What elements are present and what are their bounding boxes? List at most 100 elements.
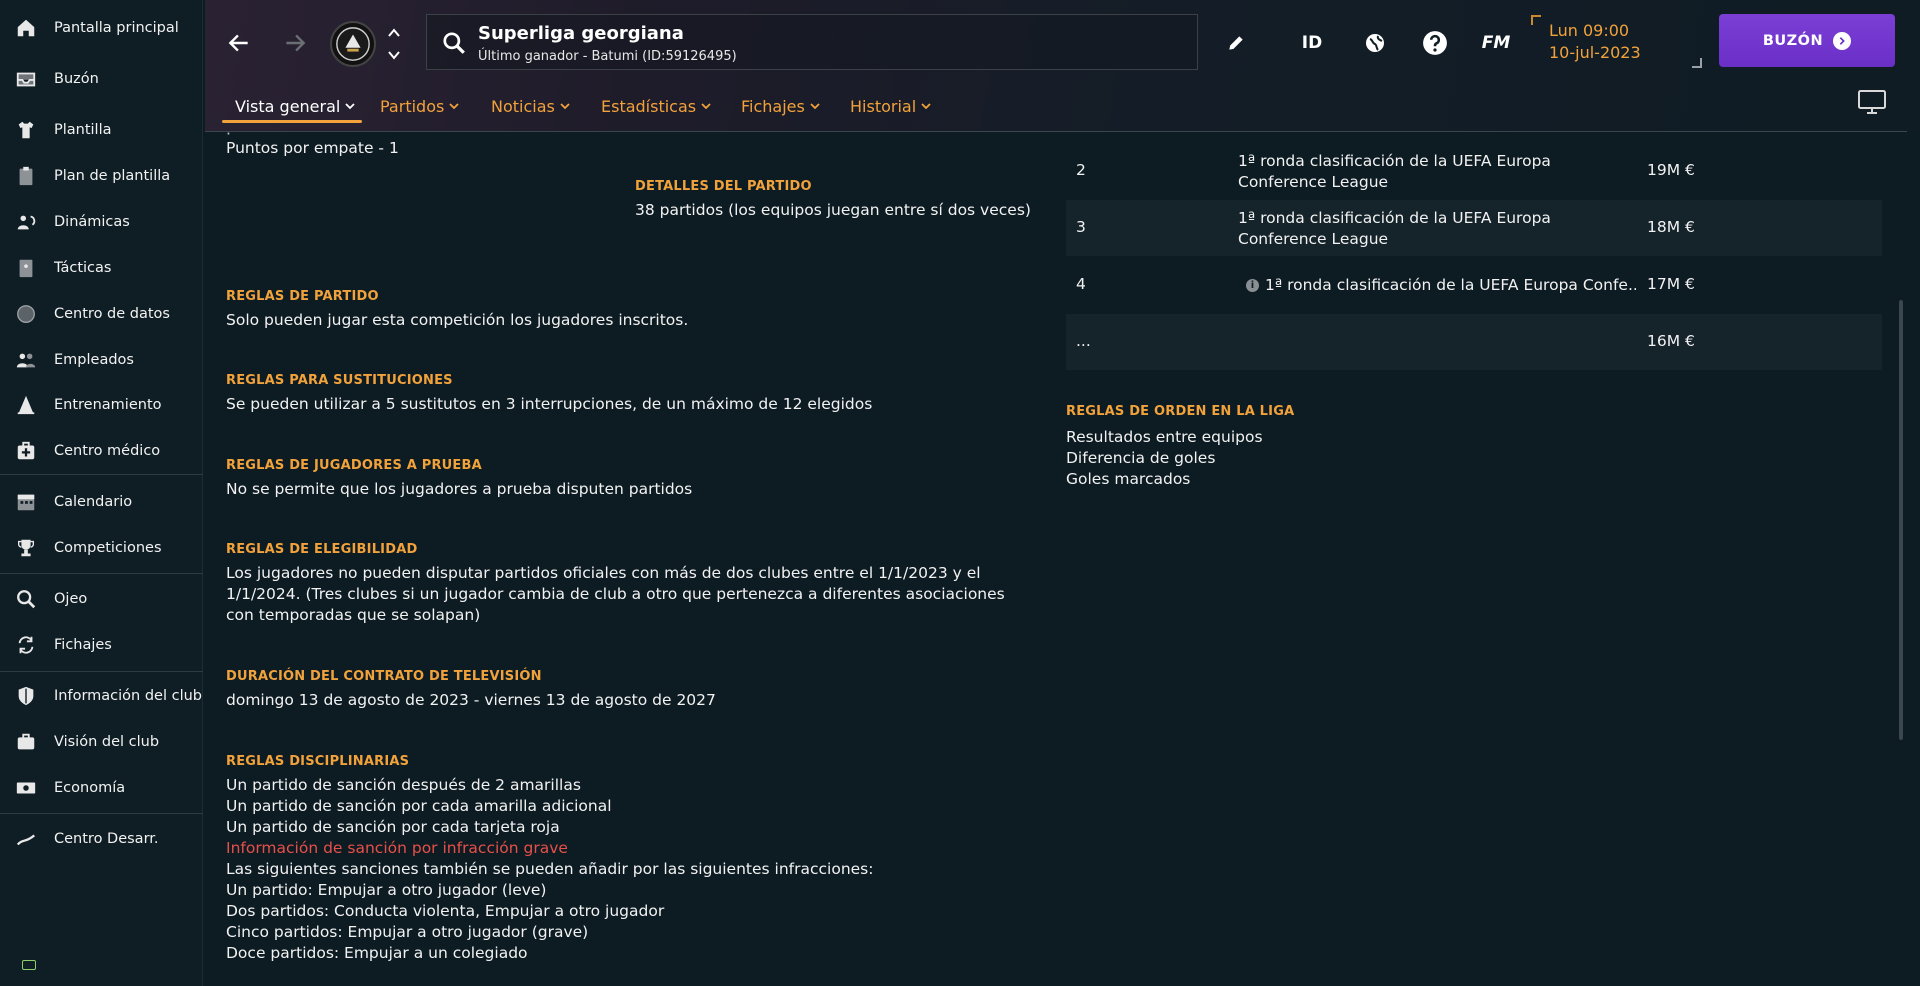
- tactics-board-icon: [14, 256, 38, 280]
- tiebreak-item: Resultados entre equipos: [1066, 428, 1263, 446]
- world-button[interactable]: [1358, 26, 1392, 60]
- sidebar-item-label: Información del club: [54, 688, 202, 704]
- disciplinary-line: Un partido de sanción por cada tarjeta r…: [226, 818, 560, 836]
- continue-inbox-button[interactable]: BUZÓN: [1719, 14, 1895, 67]
- chevron-down-icon: [810, 103, 820, 110]
- vertical-scrollbar[interactable]: [1899, 300, 1903, 740]
- sidebar-item-finances[interactable]: Economía: [0, 766, 203, 810]
- sidebar-item-label: Centro Desarr.: [54, 831, 159, 847]
- competition-switcher[interactable]: [384, 24, 404, 64]
- sidebar-divider: [0, 671, 203, 672]
- shield-icon: [14, 684, 38, 708]
- sidebar: Pantalla principal Buzón Plantilla Plan …: [0, 0, 203, 986]
- page-title: Superliga georgiana: [478, 23, 684, 44]
- globe-icon: [1366, 34, 1384, 52]
- points-draw-text: Puntos por empate - 1: [226, 139, 399, 157]
- eligibility-rules-heading: REGLAS DE ELEGIBILIDAD: [226, 542, 418, 557]
- tab-label: Partidos: [380, 96, 445, 116]
- match-rules-heading: REGLAS DE PARTIDO: [226, 289, 379, 304]
- search-icon: [443, 32, 465, 54]
- inbox-icon: [14, 67, 38, 91]
- tab-stats[interactable]: Estadísticas: [601, 92, 711, 120]
- monitor-icon[interactable]: [1857, 89, 1887, 115]
- prize-money: 16M €: [1647, 332, 1695, 350]
- substitution-rules-heading: REGLAS PARA SUSTITUCIONES: [226, 373, 453, 388]
- sidebar-item-development-centre[interactable]: Centro Desarr.: [0, 817, 203, 861]
- forward-button[interactable]: [278, 26, 312, 60]
- sidebar-item-dynamics[interactable]: Dinámicas: [0, 200, 203, 244]
- prize-position: 3: [1076, 218, 1086, 236]
- sidebar-item-inbox[interactable]: Buzón: [0, 57, 203, 101]
- sidebar-item-tactics[interactable]: Tácticas: [0, 246, 203, 290]
- shirt-icon: [14, 118, 38, 142]
- sidebar-divider: [0, 573, 203, 574]
- tiebreak-heading: REGLAS DE ORDEN EN LA LIGA: [1066, 404, 1295, 419]
- sidebar-divider: [0, 474, 203, 475]
- sidebar-item-label: Calendario: [54, 494, 133, 510]
- eligibility-rules-text: Los jugadores no pueden disputar partido…: [226, 564, 1005, 624]
- competition-logo[interactable]: [330, 21, 376, 67]
- dynamics-icon: [14, 210, 38, 234]
- substitution-rules-text: Se pueden utilizar a 5 sustitutos en 3 i…: [226, 395, 873, 413]
- sidebar-item-label: Fichajes: [54, 637, 112, 653]
- sidebar-item-squad-plan[interactable]: Plan de plantilla: [0, 154, 203, 198]
- disciplinary-heading: REGLAS DISCIPLINARIAS: [226, 754, 410, 769]
- transfer-icon: [14, 633, 38, 657]
- sidebar-item-label: Plantilla: [54, 122, 112, 138]
- table-row: ... 16M €: [1066, 314, 1882, 370]
- match-rules-text: Solo pueden jugar esta competición los j…: [226, 311, 689, 329]
- tiebreak-item: Goles marcados: [1066, 470, 1191, 488]
- tab-label: Fichajes: [741, 96, 805, 116]
- chevron-down-icon: [921, 103, 931, 110]
- training-cone-icon: [14, 393, 38, 417]
- status-indicator-icon[interactable]: [22, 960, 36, 970]
- sidebar-item-squad[interactable]: Plantilla: [0, 108, 203, 152]
- disciplinary-line: Doce partidos: Empujar a un colegiado: [226, 944, 528, 962]
- prize-qualification-cell: i 1ª ronda clasificación de la UEFA Euro…: [1246, 275, 1636, 296]
- active-tab-indicator: [222, 120, 362, 123]
- sidebar-item-competitions[interactable]: Competiciones: [0, 526, 203, 570]
- tab-overview[interactable]: Vista general: [235, 92, 355, 120]
- prize-qualification: 1ª ronda clasificación de la UEFA Europa…: [1265, 276, 1636, 294]
- prize-qualification: 1ª ronda clasificación de la UEFA Europa…: [1238, 152, 1551, 191]
- trophy-icon: [14, 536, 38, 560]
- calendar-icon: [14, 490, 38, 514]
- search-input[interactable]: Superliga georgiana Último ganador - Bat…: [426, 14, 1198, 70]
- tab-transfers[interactable]: Fichajes: [741, 92, 820, 120]
- sidebar-item-club-info[interactable]: Información del club: [0, 674, 203, 718]
- pencil-icon: [1229, 36, 1243, 50]
- prize-qualification: 1ª ronda clasificación de la UEFA Europa…: [1238, 209, 1551, 248]
- tab-history[interactable]: Historial: [850, 92, 931, 120]
- disciplinary-line: Un partido: Empujar a otro jugador (leve…: [226, 881, 547, 899]
- prize-position: ...: [1076, 332, 1091, 350]
- tv-contract-heading: DURACIÓN DEL CONTRATO DE TELEVISIÓN: [226, 669, 542, 684]
- back-button[interactable]: [222, 26, 256, 60]
- sidebar-item-staff[interactable]: Empleados: [0, 338, 203, 382]
- sidebar-item-transfers[interactable]: Fichajes: [0, 623, 203, 667]
- sidebar-item-data-hub[interactable]: Centro de datos: [0, 292, 203, 336]
- sidebar-item-home[interactable]: Pantalla principal: [0, 6, 203, 50]
- tab-label: Noticias: [491, 96, 555, 116]
- sidebar-item-label: Buzón: [54, 71, 99, 87]
- sidebar-item-label: Centro médico: [54, 443, 161, 459]
- help-button[interactable]: [1418, 26, 1452, 60]
- id-button[interactable]: ID: [1295, 26, 1329, 60]
- clipboard-icon: [14, 164, 38, 188]
- tab-matches[interactable]: Partidos: [380, 92, 459, 120]
- sidebar-item-scouting[interactable]: Ojeo: [0, 577, 203, 621]
- tab-news[interactable]: Noticias: [491, 92, 570, 120]
- info-icon[interactable]: i: [1246, 279, 1259, 292]
- sidebar-item-training[interactable]: Entrenamiento: [0, 383, 203, 427]
- serious-offence-info-link[interactable]: Información de sanción por infracción gr…: [226, 838, 568, 859]
- edit-button[interactable]: [1219, 26, 1253, 60]
- question-icon: [1423, 31, 1447, 55]
- prize-money: 18M €: [1647, 218, 1695, 236]
- sidebar-item-calendar[interactable]: Calendario: [0, 480, 203, 524]
- sidebar-item-club-vision[interactable]: Visión del club: [0, 720, 203, 764]
- development-icon: [14, 827, 38, 851]
- fm-menu-button[interactable]: FM: [1479, 26, 1513, 60]
- sidebar-divider: [0, 813, 203, 814]
- disciplinary-line: Dos partidos: Conducta violenta, Empujar…: [226, 902, 665, 920]
- sidebar-item-medical[interactable]: Centro médico: [0, 429, 203, 473]
- fm-logo: FM: [1481, 33, 1511, 53]
